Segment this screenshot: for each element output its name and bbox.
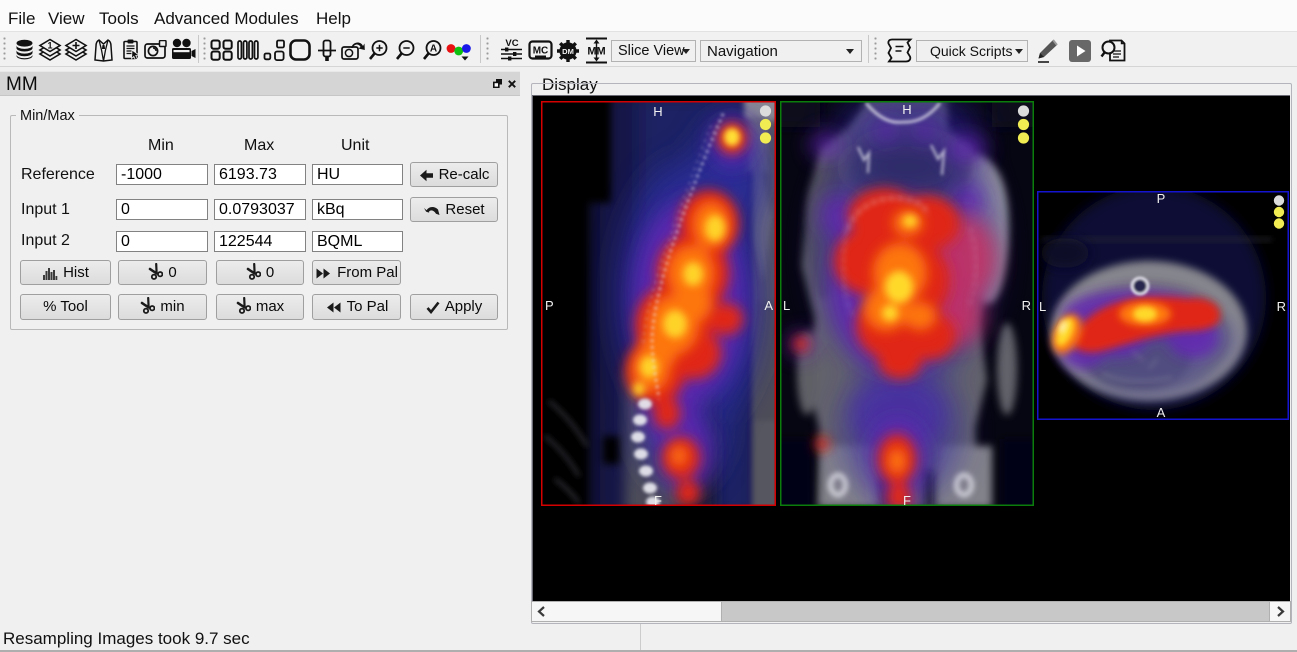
svg-text:A: A [764,298,773,313]
svg-text:F: F [903,493,911,506]
svg-text:F: F [654,493,662,506]
svg-text:P: P [1157,191,1166,206]
svg-text:VC: VC [505,38,518,49]
svg-text:R: R [1022,298,1031,313]
svg-text:H: H [653,104,662,119]
svg-text:L: L [1039,299,1046,314]
svg-text:P: P [545,298,554,313]
svg-text:A: A [1157,405,1166,420]
svg-text:R: R [1277,299,1286,314]
svg-text:H: H [902,102,911,117]
svg-text:A: A [430,44,437,55]
svg-text:MC: MC [533,46,549,57]
svg-text:L: L [783,298,790,313]
svg-text:DM: DM [562,47,574,56]
svg-text:1: 1 [47,41,52,51]
